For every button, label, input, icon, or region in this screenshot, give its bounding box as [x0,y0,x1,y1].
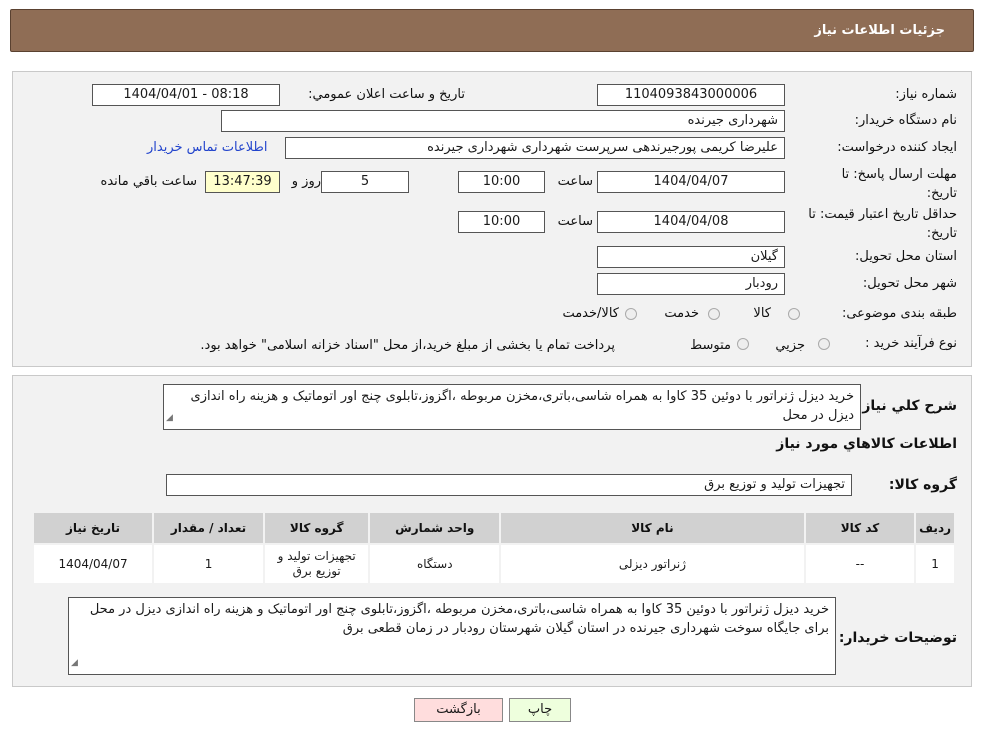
deadline-time-field: 10:00 [458,171,545,193]
city-field: رودبار [597,273,785,295]
city-label: شهر محل تحويل: [862,276,957,291]
purchase-medium-radio[interactable] [737,338,749,350]
category-goods-service-radio[interactable] [625,308,637,320]
col-group: گروه کالا [262,511,371,545]
validity-label: حداقل تاريخ اعتبار قيمت: تا تاریخ: [808,207,957,241]
cell-row: 1 [914,543,956,585]
purchase-type-label: نوع فرآيند خريد : [865,336,957,351]
cell-unit: دستگاه [368,543,502,585]
col-code: کد کالا [803,511,917,545]
cell-qty: 1 [152,543,265,585]
buyer-notes-textarea[interactable]: خرید دیزل ژنراتور با دوئین 35 کاوا به هم… [68,597,836,675]
goods-table-header: رديف کد کالا نام کالا واحد شمارش گروه کا… [31,511,956,545]
summary-text: خرید دیزل ژنراتور با دوئین 35 کاوا به هم… [190,389,854,423]
cell-group: تجهیزات تولید و توزیع برق [262,543,371,585]
goods-details-panel: شرح کلي نياز: خرید دیزل ژنراتور با دوئین… [12,375,972,687]
need-number-field: 1104093843000006 [597,84,785,106]
validity-date-field: 1404/04/08 [597,211,785,233]
category-service-label: خدمت [664,306,699,321]
buyer-notes-text: خرید دیزل ژنراتور با دوئین 35 کاوا به هم… [89,602,829,636]
deadline-date-field: 1404/04/07 [597,171,785,193]
resize-grip-icon[interactable]: ◢ [71,654,78,673]
back-button[interactable]: بازگشت [414,698,503,722]
col-row: رديف [914,511,956,545]
summary-label: شرح کلي نياز: [856,398,957,414]
announce-label: تاریخ و ساعت اعلان عمومي: [308,87,465,102]
col-qty: تعداد / مقدار [152,511,265,545]
province-field: گیلان [597,246,785,268]
goods-group-label: گروه کالا: [888,477,957,493]
resize-grip-icon[interactable]: ◢ [166,409,173,428]
print-button[interactable]: چاپ [509,698,571,722]
category-goods-label: کالا [753,306,771,321]
remaining-time-label: ساعت باقي مانده [100,174,197,189]
creator-label: ايجاد کننده درخواست: [837,140,957,155]
summary-textarea[interactable]: خرید دیزل ژنراتور با دوئین 35 کاوا به هم… [163,384,861,430]
deadline-label: مهلت ارسال پاسخ: تا تاریخ: [841,167,957,201]
need-number-label: شماره نیاز: [895,87,957,102]
province-label: استان محل تحويل: [855,249,957,264]
category-label: طبقه بندی موضوعی: [841,306,957,321]
remaining-time-field: 13:47:39 [205,171,280,193]
validity-time-field: 10:00 [458,211,545,233]
col-unit: واحد شمارش [368,511,502,545]
col-name: نام کالا [499,511,806,545]
page-header: جزئیات اطلاعات نیاز [10,9,974,52]
days-label: روز و [291,174,321,189]
purchase-minor-radio[interactable] [818,338,830,350]
category-goods-radio[interactable] [788,308,800,320]
col-date: تاريخ نياز [31,511,155,545]
goods-group-field: تجهیزات تولید و توزیع برق [166,474,852,496]
buyer-contact-link[interactable]: اطلاعات تماس خريدار [147,140,267,155]
purchase-medium-label: متوسط [690,338,731,353]
announce-field: 1404/04/01 - 08:18 [92,84,280,106]
days-remaining-field: 5 [321,171,409,193]
cell-code: -- [803,543,917,585]
table-row: 1 -- ژنراتور دیزلی دستگاه تجهیزات تولید … [31,543,956,585]
need-info-panel: شماره نیاز: 1104093843000006 تاریخ و ساع… [12,71,972,367]
cell-name: ژنراتور دیزلی [499,543,806,585]
purchase-minor-label: جزیي [775,338,805,353]
buyer-notes-label: توضيحات خريدار: [838,630,957,646]
validity-time-label: ساعت [557,214,593,229]
page-title: جزئیات اطلاعات نیاز [814,23,945,38]
purchase-note: پرداخت تمام يا بخشی از مبلغ خريد،از محل … [200,338,615,353]
buyer-org-field: شهرداری جیرنده [221,110,785,132]
category-goods-service-label: کالا/خدمت [562,306,619,321]
cell-date: 1404/04/07 [31,543,155,585]
goods-table: رديف کد کالا نام کالا واحد شمارش گروه کا… [31,511,956,585]
creator-field: علیرضا کریمی پورجیرندهی سرپرست شهرداری ش… [285,137,785,159]
goods-info-title: اطلاعات کالاهاي مورد نياز [776,436,957,452]
category-service-radio[interactable] [708,308,720,320]
deadline-time-label: ساعت [557,174,593,189]
buyer-org-label: نام دستگاه خريدار: [854,113,957,128]
